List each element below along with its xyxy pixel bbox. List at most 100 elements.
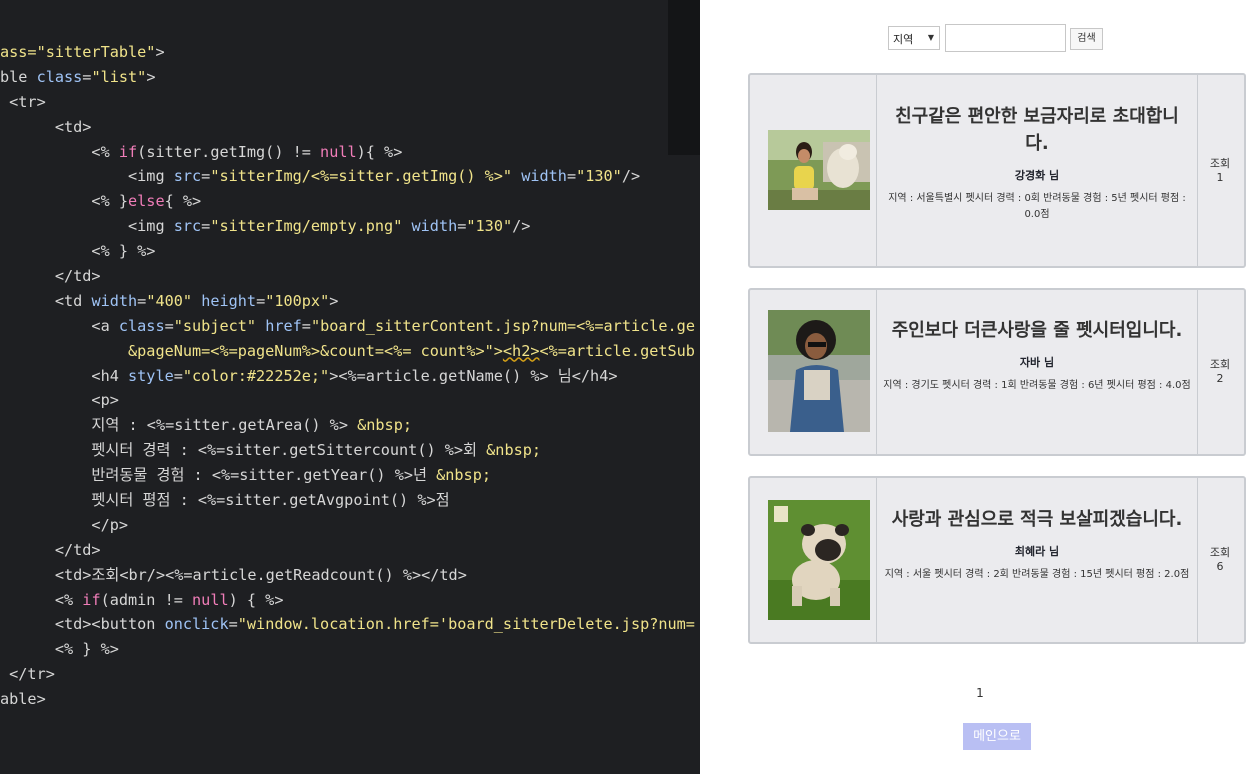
code-token: 지역 : <%=sitter.getArea() %>: [0, 416, 358, 435]
code-token: <p>: [0, 391, 119, 410]
code-token: class: [118, 316, 165, 335]
code-token: <% }: [0, 192, 129, 211]
main-page-button[interactable]: 메인으로: [963, 723, 1031, 750]
code-token: src: [173, 217, 202, 236]
code-token: width: [411, 217, 458, 236]
code-line: <img src="sitterImg/empty.png" width="13…: [0, 214, 695, 239]
code-token: ass="sitterTable": [0, 43, 156, 61]
code-token: <tr>: [0, 92, 46, 111]
post-content: 주인보다 더큰사랑을 줄 펫시터입니다. 자바 님 지역 : 경기도 펫시터 경…: [877, 290, 1198, 454]
code-token: style: [128, 366, 174, 385]
code-line: 펫시터 평점 : <%=sitter.getAvgpoint() %>점: [0, 488, 695, 513]
code-token: able>: [0, 690, 46, 709]
code-token: =: [228, 615, 238, 634]
code-token: 펫시터 경력 : <%=sitter.getSittercount() %>회: [0, 441, 487, 460]
code-line: &pageNum=<%=pageNum%>&count=<%= count%>"…: [0, 339, 695, 364]
code-line: <td width="400" height="100px">: [0, 289, 695, 314]
photo-cell: [750, 75, 877, 266]
sitter-name: 강경화 님: [1014, 169, 1060, 182]
code-token: src: [173, 167, 202, 186]
chevron-down-icon: ▼: [927, 33, 934, 42]
code-token: { %>: [164, 192, 202, 211]
region-select[interactable]: 지역 ▼: [888, 26, 940, 50]
post-content: 사랑과 관심으로 적극 보살피겠습니다. 최혜라 님 지역 : 서울 펫시터 경…: [877, 478, 1198, 642]
code-line: <% } %>: [0, 239, 695, 264]
code-token: &pageNum=<%=pageNum%>&count=<%= count%>"…: [0, 341, 503, 360]
search-button[interactable]: 검색: [1070, 28, 1103, 50]
code-line: <a class="subject" href="board_sitterCon…: [0, 314, 695, 339]
code-token: 펫시터 평점 : <%=sitter.getAvgpoint() %>점: [0, 491, 450, 510]
view-count-label: 조회: [1209, 546, 1231, 559]
code-token: if: [82, 590, 101, 609]
code-line: </td>: [0, 538, 695, 563]
code-token: ){ %>: [356, 142, 403, 161]
view-count-label: 조회: [1209, 157, 1231, 170]
code-token: <td><button: [0, 615, 165, 634]
code-line: 지역 : <%=sitter.getArea() %> &nbsp;: [0, 413, 695, 438]
sitter-name: 최혜라 님: [1014, 545, 1060, 558]
code-token: <%=article.getSub: [539, 341, 695, 360]
code-token: =: [137, 291, 147, 310]
code-token: null: [192, 590, 229, 609]
code-token: ble: [0, 67, 37, 86]
post-content: 친구같은 편안한 보금자리로 초대합니다. 강경화 님 지역 : 서울특별시 펫…: [877, 75, 1198, 266]
code-line: ble class="list">: [0, 65, 695, 90]
code-token: <a: [0, 316, 119, 335]
code-line: </tr>: [0, 662, 695, 687]
code-token: >: [329, 291, 339, 310]
search-input[interactable]: [945, 24, 1066, 52]
view-count-cell: 조회 1: [1196, 75, 1244, 266]
page-link-current[interactable]: 1: [976, 686, 984, 700]
sitter-info: 지역 : 서울특별시 펫시터 경력 : 0회 반려동물 경험 : 5년 펫시터 …: [888, 193, 1186, 220]
code-token: </td>: [0, 267, 101, 286]
region-select-value: 지역: [893, 33, 914, 46]
code-token: </p>: [0, 515, 129, 534]
code-token: "130": [466, 217, 513, 236]
sitter-photo: [768, 310, 870, 432]
code-token: "color:#22252e;": [182, 366, 330, 385]
code-line: ass="sitterTable">: [0, 40, 695, 65]
code-line: <td>: [0, 115, 695, 140]
code-line: <% if(sitter.getImg() != null){ %>: [0, 140, 695, 165]
code-token: />: [512, 217, 531, 236]
sitter-info: 지역 : 서울 펫시터 경력 : 2회 반려동물 경험 : 15년 펫시터 평점…: [884, 569, 1190, 580]
code-token: "100px": [265, 291, 330, 310]
code-token: <h2>: [502, 341, 540, 360]
code-line: able>: [0, 687, 695, 712]
post-title-link[interactable]: 친구같은 편안한 보금자리로 초대합니다.: [885, 103, 1189, 157]
code-token: &nbsp;: [486, 441, 542, 460]
code-line: <p>: [0, 388, 695, 413]
code-token: <%: [0, 590, 83, 609]
view-count: 1: [1216, 171, 1224, 184]
code-token: height: [201, 291, 257, 310]
code-token: =: [256, 291, 266, 310]
code-token: "sitterImg/empty.png": [210, 217, 403, 236]
code-token: "subject": [173, 316, 257, 335]
code-token: else: [128, 192, 165, 211]
code-token: =: [164, 316, 174, 335]
code-token: ><%=article.getName() %> 님</h4>: [329, 366, 618, 385]
code-line: </td>: [0, 264, 695, 289]
post-title-link[interactable]: 사랑과 관심으로 적극 보살피겠습니다.: [885, 506, 1189, 533]
view-count-label: 조회: [1209, 358, 1231, 371]
code-line: <% if(admin != null) { %>: [0, 588, 695, 613]
sitter-card: 주인보다 더큰사랑을 줄 펫시터입니다. 자바 님 지역 : 경기도 펫시터 경…: [748, 288, 1246, 456]
post-title-link[interactable]: 주인보다 더큰사랑을 줄 펫시터입니다.: [885, 317, 1189, 344]
view-count-cell: 조회 2: [1196, 290, 1244, 454]
code-token: <td>조회<br/><%=article.getReadcount() %><…: [0, 565, 467, 584]
code-token: (sitter.getImg() !=: [137, 142, 321, 161]
code-line: <% } %>: [0, 637, 695, 662]
code-token: width: [91, 291, 138, 310]
code-token: null: [320, 142, 357, 161]
code-token: </tr>: [0, 665, 55, 684]
code-token: =: [201, 167, 211, 186]
code-editor-panel[interactable]: ass="sitterTable"> ble class="list"> <tr>…: [0, 0, 700, 774]
code-token: =: [566, 167, 577, 186]
view-count: 6: [1216, 560, 1224, 573]
code-line: <% }else{ %>: [0, 189, 695, 214]
code-token: >: [155, 43, 165, 61]
code-token: =: [301, 316, 311, 335]
